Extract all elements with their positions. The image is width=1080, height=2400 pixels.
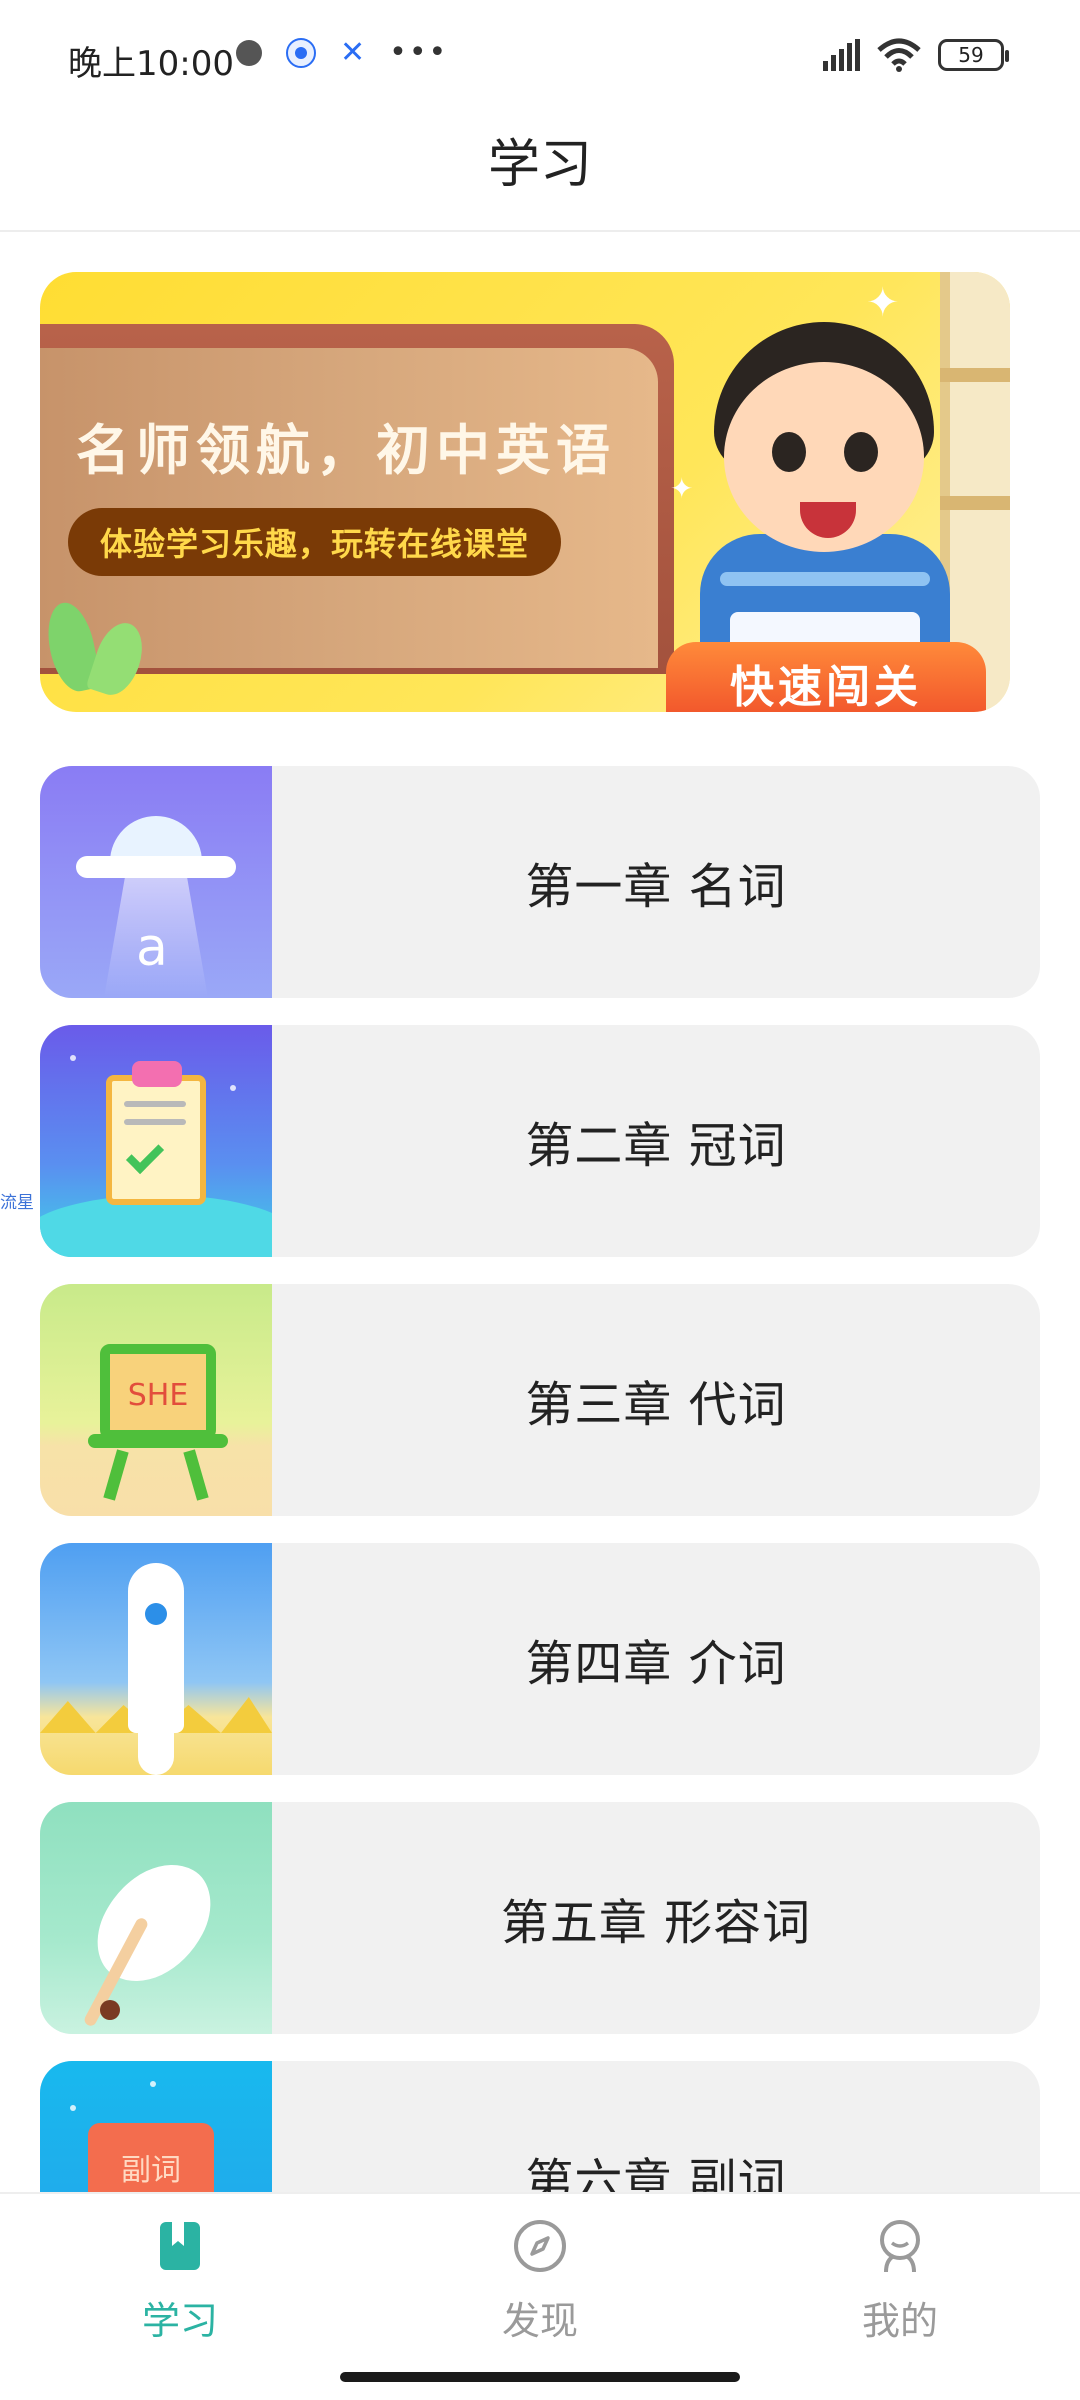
- camera-dot-icon: [236, 40, 262, 66]
- chapter-label: 第六章 副词: [525, 2154, 787, 2192]
- baidu-paw-icon: [286, 38, 316, 68]
- banner-title: 名师领航，初中英语: [76, 419, 616, 482]
- feather-thumbnail: [40, 1802, 272, 2034]
- person-icon: [880, 2220, 920, 2273]
- rocket-thumbnail: [40, 1543, 272, 1775]
- chapter-item-1[interactable]: a 第一章 名词: [40, 766, 1040, 998]
- nav-label-mine: 我的: [861, 2299, 938, 2343]
- nav-tab-study[interactable]: 学习: [80, 2212, 280, 2362]
- nav-label-study: 学习: [141, 2299, 218, 2343]
- chapter-label: 第五章 形容词: [500, 1895, 812, 1951]
- ufo-thumbnail: a: [40, 766, 272, 998]
- sparkle-icon: ✦: [866, 280, 900, 326]
- signboard-thumbnail: SHE: [40, 1284, 272, 1516]
- nav-tab-discover[interactable]: 发现: [440, 2212, 640, 2362]
- promo-banner[interactable]: 名师领航，初中英语 体验学习乐趣，玩转在线课堂 ✦ ✦ 快速闯关: [40, 272, 1010, 712]
- thumb-text: SHE: [127, 1378, 189, 1413]
- chapter-item-2[interactable]: 第二章 冠词: [40, 1025, 1040, 1257]
- chalkboard-decoration: [40, 324, 674, 674]
- home-indicator[interactable]: [340, 2372, 740, 2382]
- status-time: 晚上10:00: [68, 44, 234, 84]
- more-dots-icon: •••: [389, 35, 449, 70]
- thumb-text: a: [136, 918, 168, 978]
- quick-challenge-label: 快速闯关: [730, 662, 922, 712]
- wifi-icon: [877, 38, 921, 72]
- chapter-label: 第一章 名词: [525, 859, 787, 915]
- compass-icon: [514, 2220, 566, 2272]
- nav-tab-mine[interactable]: 我的: [800, 2212, 1000, 2362]
- status-bar: 晚上10:00 ✕ ••• 59: [0, 0, 1080, 110]
- book-icon: [160, 2222, 200, 2270]
- chapter-label: 第四章 介词: [525, 1636, 787, 1692]
- chapter-item-4[interactable]: 第四章 介词: [40, 1543, 1040, 1775]
- chapter-label: 第三章 代词: [525, 1377, 787, 1433]
- chapter-item-6[interactable]: 副词 第六章 副词: [40, 2061, 1040, 2192]
- x-app-icon: ✕: [340, 35, 366, 70]
- thumb-text: 副词: [121, 2153, 181, 2188]
- chapter-item-5[interactable]: 第五章 形容词: [40, 1802, 1040, 2034]
- adverb-card-thumbnail: 副词: [40, 2061, 272, 2192]
- header-divider: [0, 230, 1080, 232]
- bottom-nav: 学习 发现 我的: [0, 2192, 1080, 2400]
- banner-subtitle-pill: 体验学习乐趣，玩转在线课堂: [68, 508, 562, 576]
- battery-icon: 59: [938, 39, 1009, 71]
- chapter-label: 第二章 冠词: [525, 1118, 787, 1174]
- notification-icons: ✕ •••: [236, 38, 448, 68]
- nav-label-discover: 发现: [501, 2299, 578, 2343]
- banner-subtitle: 体验学习乐趣，玩转在线课堂: [100, 525, 530, 563]
- system-icons: 59: [823, 38, 1009, 72]
- chapter-list[interactable]: a 第一章 名词 第二章 冠词 SHE 第三章 代词 第四章 介词 第五章 形容…: [40, 766, 1040, 2192]
- boy-illustration: [700, 322, 950, 674]
- clipboard-thumbnail: [40, 1025, 272, 1257]
- page-title: 学习: [487, 135, 592, 195]
- chapter-item-3[interactable]: SHE 第三章 代词: [40, 1284, 1040, 1516]
- side-watermark: 流星: [0, 1193, 34, 1213]
- quick-challenge-button[interactable]: 快速闯关: [666, 642, 986, 712]
- sparkle-icon: ✦: [670, 472, 694, 505]
- hd-signal-icon: [823, 39, 860, 71]
